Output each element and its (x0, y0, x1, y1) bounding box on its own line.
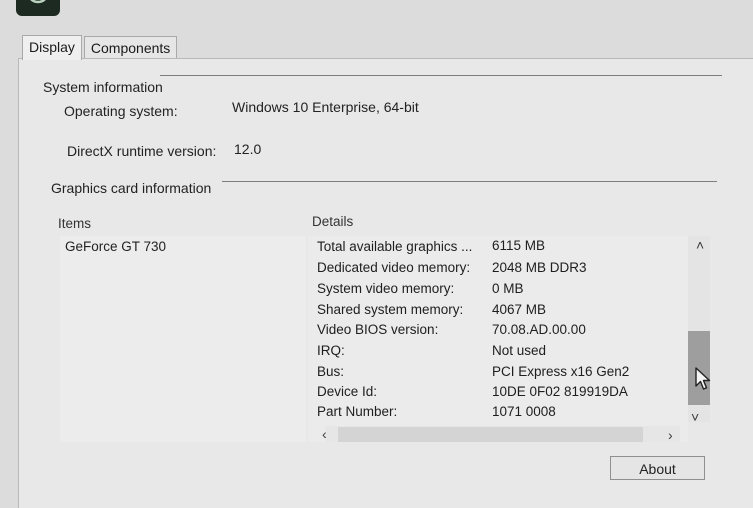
chevron-up-icon[interactable]: ˄ (696, 238, 704, 252)
detail-value: 10DE 0F02 819919DA (492, 384, 628, 399)
detail-value: Not used (492, 343, 547, 358)
chevron-down-icon[interactable]: ˅ (691, 410, 699, 424)
detail-label: Shared system memory: (317, 302, 464, 317)
about-button[interactable]: About (610, 456, 705, 480)
detail-value: 2048 MB DDR3 (492, 260, 587, 275)
graphics-info-divider (222, 181, 717, 182)
list-item[interactable]: GeForce GT 730 (65, 239, 166, 254)
os-label: Operating system: (64, 103, 178, 119)
items-column-header: Items (58, 216, 92, 231)
detail-value: 6115 MB (492, 238, 546, 253)
detail-label: Dedicated video memory: (317, 260, 471, 275)
detail-value: 4067 MB (492, 302, 547, 317)
items-list (60, 236, 306, 442)
detail-label: Video BIOS version: (317, 322, 439, 337)
os-value: Windows 10 Enterprise, 64-bit (232, 99, 419, 115)
directx-value: 12.0 (234, 141, 262, 157)
tab-bar: Display Components (22, 35, 179, 60)
chevron-left-icon[interactable]: ‹ (322, 427, 327, 441)
detail-label: Bus: (317, 364, 345, 379)
detail-label: Device Id: (317, 384, 378, 399)
system-info-divider (160, 75, 722, 76)
tab-components[interactable]: Components (83, 36, 178, 58)
system-info-title: System information (43, 79, 167, 95)
graphics-info-title: Graphics card information (51, 180, 216, 196)
details-column-header: Details (312, 214, 354, 229)
detail-label: Total available graphics ... (317, 239, 473, 254)
detail-value: PCI Express x16 Gen2 (492, 364, 630, 379)
detail-value: 0 MB (492, 281, 524, 296)
horizontal-scroll-thumb[interactable] (338, 427, 643, 442)
detail-label: IRQ: (317, 343, 345, 358)
mouse-pointer-icon (694, 366, 712, 397)
detail-value: 70.08.AD.00.00 (492, 322, 586, 337)
detail-value: 1071 0008 (492, 404, 556, 419)
detail-label: System video memory: (317, 281, 455, 296)
directx-label: DirectX runtime version: (67, 143, 217, 159)
detail-label: Part Number: (317, 404, 398, 419)
nvidia-app-icon (16, 0, 60, 16)
tab-display[interactable]: Display (22, 35, 82, 60)
chevron-right-icon[interactable]: › (668, 428, 673, 442)
